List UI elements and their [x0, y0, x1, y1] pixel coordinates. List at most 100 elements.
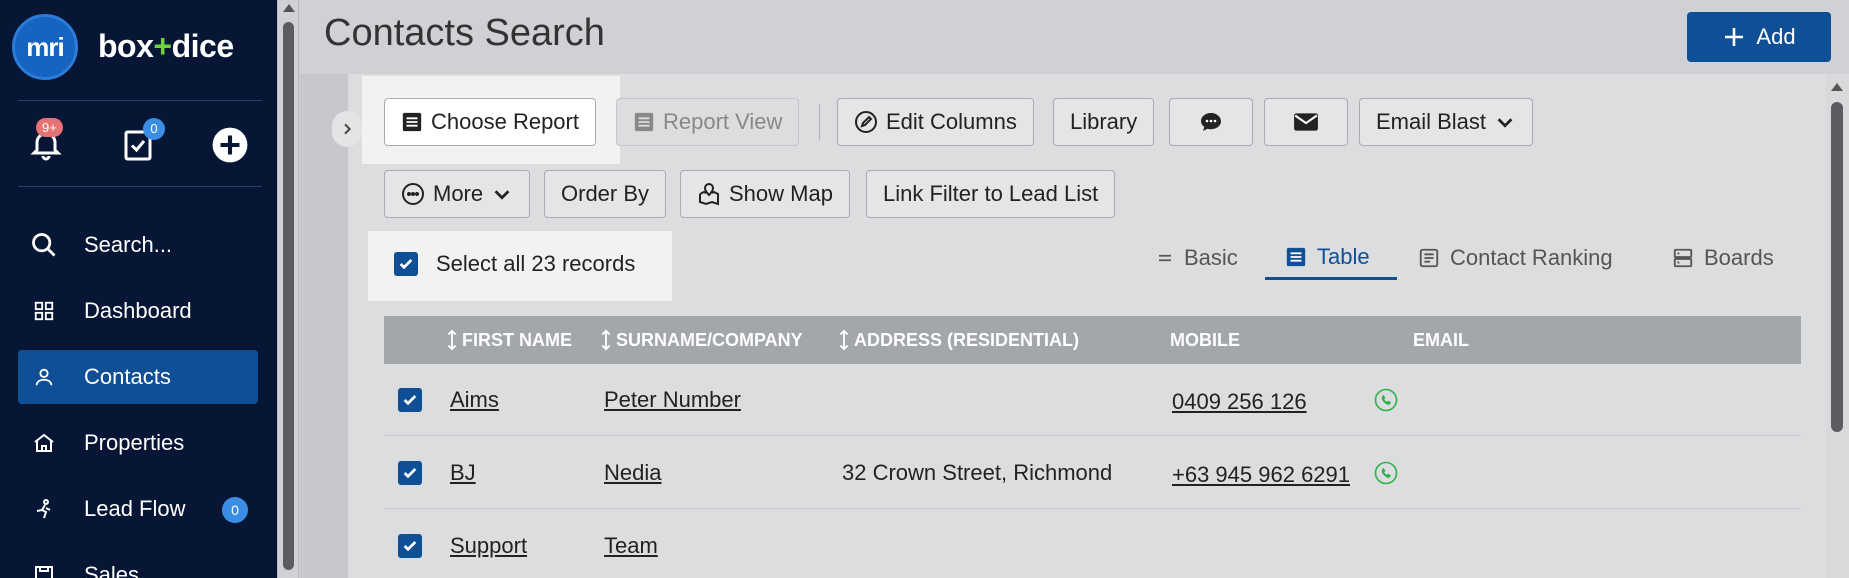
- column-surname-company[interactable]: SURNAME/COMPANY: [600, 316, 803, 364]
- sidebar-item-dashboard[interactable]: Dashboard: [18, 284, 258, 338]
- table-row[interactable]: Support Team: [384, 510, 1801, 578]
- brand-left: box: [98, 28, 154, 64]
- select-all-checkbox[interactable]: [394, 252, 418, 276]
- sort-icon: [447, 329, 457, 351]
- column-email[interactable]: EMAIL: [1413, 316, 1469, 364]
- tab-contact-ranking[interactable]: Contact Ranking: [1418, 236, 1613, 280]
- add-button-label: Add: [1756, 24, 1796, 49]
- sidebar-item-label: Properties: [84, 430, 185, 455]
- sidebar-item-lead-flow[interactable]: Lead Flow 0: [18, 482, 258, 536]
- check-icon: [399, 259, 413, 270]
- sidebar-item-search[interactable]: Search...: [18, 218, 258, 272]
- more-label: More: [433, 181, 484, 206]
- row-checkbox[interactable]: [398, 388, 422, 412]
- call-button[interactable]: [1374, 364, 1398, 436]
- quick-add-button[interactable]: [210, 125, 250, 165]
- expand-filters-button[interactable]: [332, 111, 362, 147]
- sidebar-item-contacts[interactable]: Contacts: [18, 350, 258, 404]
- lead-flow-icon: [30, 495, 58, 523]
- order-by-button[interactable]: Order By: [544, 170, 667, 218]
- row-checkbox-cell[interactable]: [398, 510, 422, 578]
- scroll-up-arrow[interactable]: [283, 4, 295, 12]
- first-name-link[interactable]: Support: [450, 510, 527, 578]
- brand-right: dice: [171, 28, 235, 64]
- chevron-down-icon: [1497, 118, 1513, 128]
- row-checkbox-cell[interactable]: [398, 364, 422, 436]
- tab-label: Boards: [1704, 245, 1774, 270]
- link-filter-button[interactable]: Link Filter to Lead List: [866, 170, 1116, 218]
- first-name-link[interactable]: Aims: [450, 364, 499, 436]
- sidebar-item-properties[interactable]: Properties: [18, 416, 258, 470]
- column-label: SURNAME/COMPANY: [616, 329, 803, 350]
- sms-button[interactable]: [1169, 98, 1253, 146]
- column-mobile[interactable]: MOBILE: [1170, 316, 1240, 364]
- scrollbar-thumb[interactable]: [283, 22, 294, 570]
- column-label: MOBILE: [1170, 329, 1240, 350]
- column-address[interactable]: ADDRESS (RESIDENTIAL): [838, 316, 1079, 364]
- sidebar-item-sales[interactable]: Sales: [18, 548, 258, 578]
- row-checkbox[interactable]: [398, 534, 422, 558]
- edit-columns-button[interactable]: Edit Columns: [837, 98, 1034, 146]
- house-icon: [30, 429, 58, 457]
- person-icon: [30, 363, 58, 391]
- tab-basic[interactable]: Basic: [1156, 236, 1238, 280]
- ranking-icon: [1419, 248, 1439, 268]
- plus-circle-icon: [212, 127, 248, 163]
- link-filter-label: Link Filter to Lead List: [883, 181, 1099, 206]
- email-blast-label: Email Blast: [1376, 109, 1487, 134]
- sidebar-item-label: Search...: [84, 232, 173, 257]
- sort-icon: [839, 329, 849, 351]
- table-row[interactable]: BJ Nedia 32 Crown Street, Richmond +63 9…: [384, 437, 1801, 509]
- content-scrollbar[interactable]: [1826, 74, 1849, 578]
- mobile-link[interactable]: +63 945 962 6291: [1172, 439, 1350, 511]
- library-button[interactable]: Library: [1053, 98, 1155, 146]
- first-name-link[interactable]: BJ: [450, 437, 476, 509]
- more-dropdown[interactable]: More: [384, 170, 531, 218]
- notifications-badge: 9+: [36, 118, 63, 137]
- envelope-icon: [1294, 113, 1318, 131]
- sales-icon: [30, 561, 58, 578]
- plus-icon: [1725, 28, 1744, 46]
- table-row[interactable]: Aims Peter Number 0409 256 126: [384, 364, 1801, 436]
- column-label: EMAIL: [1413, 329, 1469, 350]
- select-all-control[interactable]: Select all 23 records: [394, 251, 635, 277]
- scrollbar-thumb[interactable]: [1831, 102, 1843, 432]
- add-button[interactable]: Add: [1687, 12, 1831, 62]
- order-by-label: Order By: [561, 181, 650, 206]
- report-view-button[interactable]: Report View: [616, 98, 800, 146]
- mobile-link[interactable]: 0409 256 126: [1172, 366, 1307, 438]
- choose-report-label: Choose Report: [431, 109, 579, 134]
- choose-report-button[interactable]: Choose Report: [384, 98, 596, 146]
- library-label: Library: [1070, 109, 1138, 134]
- surname-link[interactable]: Peter Number: [604, 364, 741, 436]
- boards-icon: [1673, 248, 1693, 268]
- tab-boards[interactable]: Boards: [1672, 236, 1774, 280]
- edit-columns-label: Edit Columns: [886, 109, 1017, 134]
- email-blast-dropdown[interactable]: Email Blast: [1359, 98, 1534, 146]
- email-button[interactable]: [1264, 98, 1348, 146]
- tab-table[interactable]: Table: [1265, 236, 1397, 280]
- column-label: FIRST NAME: [462, 329, 572, 350]
- check-icon: [403, 541, 417, 552]
- brand-name: box+dice: [98, 28, 234, 65]
- show-map-button[interactable]: Show Map: [680, 170, 850, 218]
- row-checkbox-cell[interactable]: [398, 437, 422, 509]
- surname-link[interactable]: Nedia: [604, 437, 661, 509]
- pencil-circle-icon: [855, 111, 877, 133]
- sidebar: mri box+dice 9+ 0 Search... Dashboard Co…: [0, 0, 277, 578]
- sort-icon: [601, 329, 611, 351]
- sidebar-scrollbar[interactable]: [277, 0, 299, 578]
- phone-icon: [1374, 461, 1398, 485]
- show-map-label: Show Map: [729, 181, 833, 206]
- scroll-up-arrow[interactable]: [1831, 83, 1843, 91]
- sidebar-item-label: Sales: [84, 562, 140, 578]
- mri-logo[interactable]: mri: [12, 14, 78, 80]
- chevron-right-icon: [344, 123, 352, 135]
- page-header: Contacts Search Add: [300, 0, 1849, 74]
- tab-label: Contact Ranking: [1450, 245, 1613, 270]
- grid-icon: [30, 297, 58, 325]
- column-first-name[interactable]: FIRST NAME: [446, 316, 572, 364]
- call-button[interactable]: [1374, 437, 1398, 509]
- row-checkbox[interactable]: [398, 461, 422, 485]
- surname-link[interactable]: Team: [604, 510, 658, 578]
